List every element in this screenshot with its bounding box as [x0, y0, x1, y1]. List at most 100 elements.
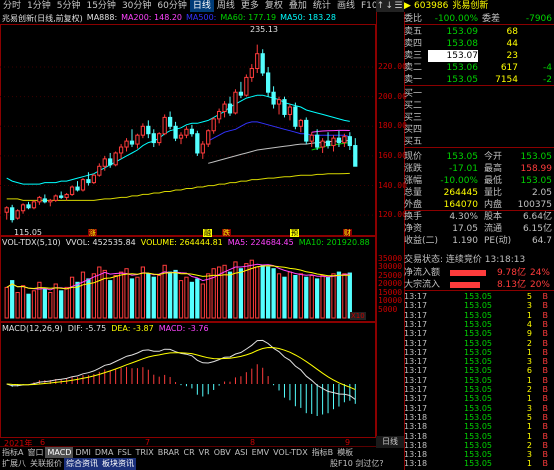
panel-up-icon[interactable]: ↑ — [377, 1, 385, 11]
candle-body — [244, 76, 249, 96]
candle-body — [113, 152, 118, 166]
tool-button-1[interactable]: 叠加 — [286, 0, 310, 12]
volume-bar — [315, 278, 320, 319]
tool-button-3[interactable]: 画线 — [334, 0, 358, 12]
stat-label-2: 今开 — [484, 152, 503, 162]
buy-label: 买三 — [404, 113, 423, 123]
indicator-tab-11[interactable]: ASI — [233, 447, 250, 459]
period-tab-6[interactable]: 日线 — [189, 0, 214, 12]
indicator-tab-12[interactable]: EMV — [250, 447, 271, 459]
tick-time: 13:17 — [404, 403, 428, 413]
stat-label: 涨幅 — [404, 176, 423, 186]
sell-price[interactable]: 153.08 — [428, 38, 479, 50]
indicator-tab-6[interactable]: TRIX — [133, 447, 155, 459]
sell-price[interactable]: 153.07 — [428, 50, 478, 62]
candle-body — [216, 110, 222, 120]
candle-body — [59, 195, 64, 198]
sell-volume[interactable]: 68 — [478, 26, 518, 38]
vol-ma10-line — [6, 265, 350, 290]
event-marker-0[interactable]: 涨 — [88, 229, 97, 237]
volume-bar — [151, 276, 156, 319]
indicator-tab-0[interactable]: 指标A — [0, 447, 25, 459]
sell-change — [518, 26, 552, 38]
tick-time: 13:17 — [404, 301, 428, 311]
tick-volume: 1 — [526, 431, 532, 441]
period-tab-4[interactable]: 30分钟 — [119, 0, 154, 12]
indicator-tab-4[interactable]: DMA — [93, 447, 116, 459]
candle-body — [151, 133, 156, 144]
tick-row: 13:17 153.05 1 B — [404, 311, 554, 320]
buy-row: 买二 — [404, 100, 554, 112]
info-tab-3[interactable]: 板块资讯 — [100, 458, 136, 470]
event-marker-2[interactable]: 跌 — [222, 229, 231, 237]
period-tab-daily[interactable]: 日线 — [376, 436, 404, 448]
tool-button-0[interactable]: 复权 — [262, 0, 286, 12]
volume-chart[interactable] — [0, 236, 376, 322]
indicator-tab-15[interactable]: 模板 — [335, 447, 355, 459]
volume-bar — [91, 273, 96, 319]
tick-price: 153.05 — [464, 440, 492, 450]
stat-label: 涨跌 — [404, 164, 423, 174]
tick-price: 153.05 — [464, 366, 492, 376]
indicator-tab-3[interactable]: DMI — [73, 447, 92, 459]
period-tab-3[interactable]: 15分钟 — [83, 0, 118, 12]
stat-row: 收益(二) 1.190 PE(动) 64.7 — [404, 235, 554, 247]
tool-button-2[interactable]: 统计 — [310, 0, 334, 12]
candle — [26, 201, 31, 210]
sell-price[interactable]: 153.05 — [428, 74, 479, 85]
info-tab-1[interactable]: 关联报价 — [28, 458, 64, 470]
panel-down-icon[interactable]: ↓ — [386, 1, 394, 11]
sell-price[interactable]: 153.06 — [428, 62, 479, 74]
volume-bar — [320, 275, 325, 319]
net-inflow-pct: 24% — [529, 268, 550, 278]
candle — [282, 96, 287, 118]
info-tab-0[interactable]: 扩展八 — [0, 458, 28, 470]
sell-volume[interactable]: 617 — [478, 62, 518, 74]
event-marker-3[interactable]: 预 — [290, 229, 299, 237]
macd-chart[interactable] — [0, 322, 376, 438]
stat-label-2: PE(动) — [484, 236, 512, 246]
stock-code: 603986 — [414, 1, 449, 11]
sell-volume[interactable]: 7154 — [478, 74, 518, 85]
indicator-tab-9[interactable]: VR — [197, 447, 212, 459]
candle — [146, 120, 151, 139]
stat-value-2: 6.64亿 — [522, 212, 552, 222]
tick-side: B — [542, 329, 549, 339]
macd-dif-line — [6, 339, 356, 400]
volume-bar — [298, 273, 303, 319]
panel-menu-icon[interactable]: ☰ — [394, 1, 402, 11]
period-tab-0[interactable]: 分时 — [0, 0, 24, 12]
volume-bar — [20, 285, 26, 319]
volume-bar — [227, 271, 233, 319]
sell-volume[interactable]: 44 — [478, 38, 518, 50]
info-tab-2[interactable]: 综合资讯 — [64, 458, 100, 470]
period-tab-2[interactable]: 5分钟 — [54, 0, 84, 12]
indicator-tab-5[interactable]: FSL — [115, 447, 133, 459]
tick-row: 13:18 153.05 2 B — [404, 441, 554, 450]
period-tab-7[interactable]: 周线 — [214, 0, 238, 12]
indicator-tab-10[interactable]: OBV — [212, 447, 233, 459]
period-tab-8[interactable]: 更多 — [238, 0, 262, 12]
volume-bar — [173, 269, 178, 319]
event-marker-1[interactable]: 融 — [203, 229, 212, 237]
indicator-tab-8[interactable]: CR — [182, 447, 197, 459]
indicator-tab-7[interactable]: BRAR — [156, 447, 182, 459]
event-marker-4[interactable]: 财 — [343, 229, 352, 237]
star-icon[interactable]: ▶ — [404, 0, 414, 12]
indicator-tab-13[interactable]: VOL-TDX — [271, 447, 310, 459]
tick-side: B — [542, 319, 549, 329]
indicator-tab-14[interactable]: 指标B — [310, 447, 336, 459]
big-inflow-pct: 20% — [529, 280, 550, 290]
tick-time: 13:18 — [404, 440, 428, 450]
indicator-tab-2[interactable]: MACD — [45, 446, 74, 459]
indicator-tab-1[interactable]: 窗口 — [25, 447, 45, 459]
tick-row: 13:17 153.05 5 B — [404, 292, 554, 301]
sell-volume[interactable]: 23 — [478, 50, 518, 62]
period-tab-1[interactable]: 1分钟 — [24, 0, 54, 12]
candle-body — [69, 186, 75, 195]
volume-bar — [113, 275, 118, 319]
sell-price[interactable]: 153.09 — [428, 26, 479, 38]
period-tab-5[interactable]: 60分钟 — [154, 0, 189, 12]
sell-label: 卖五 — [404, 27, 423, 37]
candlestick-chart[interactable] — [0, 24, 376, 236]
